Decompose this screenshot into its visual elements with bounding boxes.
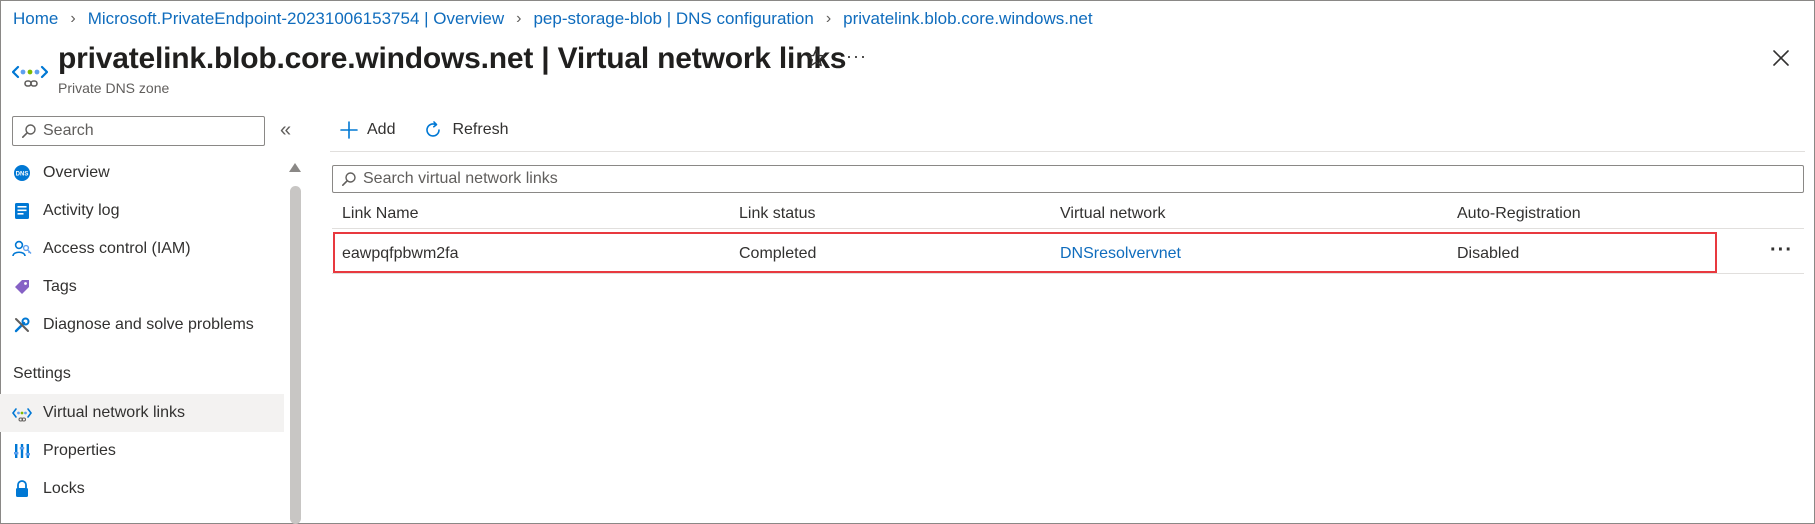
nav-item-tags[interactable]: Tags — [0, 268, 284, 306]
breadcrumb: Home › Microsoft.PrivateEndpoint-2023100… — [13, 8, 1093, 30]
search-icon — [22, 124, 36, 138]
table-row-divider — [332, 273, 1804, 274]
iam-icon — [12, 239, 32, 259]
column-header-link-name[interactable]: Link Name — [342, 205, 418, 223]
cell-virtual-network-link[interactable]: DNSresolvervnet — [1060, 245, 1181, 263]
nav-search-input[interactable] — [43, 122, 263, 140]
nav-item-activity-log[interactable]: Activity log — [0, 192, 284, 230]
lock-icon — [12, 479, 32, 499]
chevron-right-icon: › — [825, 10, 832, 27]
dns-icon: DNS — [12, 163, 32, 183]
nav-item-label: Diagnose and solve problems — [43, 316, 254, 333]
refresh-button-label: Refresh — [452, 121, 509, 138]
favorite-star-icon[interactable] — [805, 47, 829, 71]
refresh-button[interactable]: Refresh — [423, 120, 509, 140]
activity-log-icon — [12, 201, 32, 221]
plus-icon — [340, 121, 358, 139]
private-dns-zone-icon — [11, 55, 49, 89]
virtual-network-icon — [12, 403, 32, 423]
table-header-divider — [332, 228, 1804, 229]
more-actions-button[interactable]: ··· — [846, 46, 867, 67]
breadcrumb-home[interactable]: Home — [13, 9, 58, 29]
nav-section-settings: Settings — [13, 365, 71, 382]
close-icon[interactable] — [1771, 48, 1793, 70]
column-header-auto-registration[interactable]: Auto-Registration — [1457, 205, 1581, 223]
nav-search-box[interactable] — [12, 116, 265, 146]
svg-text:DNS: DNS — [16, 172, 29, 178]
nav-item-properties[interactable]: Properties — [0, 432, 284, 470]
nav-item-label: Virtual network links — [43, 404, 185, 421]
add-button-label: Add — [367, 121, 396, 138]
nav-item-label: Tags — [43, 278, 77, 295]
nav-item-label: Overview — [43, 164, 110, 181]
chevron-right-icon: › — [516, 10, 522, 27]
virtual-network-links-search-input[interactable] — [363, 170, 1763, 188]
column-header-virtual-network[interactable]: Virtual network — [1060, 205, 1166, 223]
breadcrumb-dns-configuration[interactable]: pep-storage-blob | DNS configuration — [533, 9, 813, 29]
collapse-nav-icon[interactable]: « — [280, 119, 291, 142]
resource-type: Private DNS zone — [58, 80, 170, 96]
resource-name: privatelink.blob.core.windows.net — [58, 42, 534, 75]
page-title: privatelink.blob.core.windows.net | Virt… — [58, 42, 846, 76]
nav-item-diagnose[interactable]: Diagnose and solve problems — [0, 306, 284, 344]
nav-item-label: Access control (IAM) — [43, 240, 191, 257]
nav-item-access-control[interactable]: Access control (IAM) — [0, 230, 284, 268]
add-button[interactable]: Add — [340, 121, 395, 139]
refresh-icon — [426, 121, 441, 137]
wrench-icon — [12, 315, 32, 335]
toolbar-divider — [330, 151, 1805, 152]
table-search-box[interactable] — [332, 165, 1804, 193]
search-icon — [342, 172, 356, 186]
tag-icon — [12, 277, 32, 297]
command-bar: Add Refresh — [340, 116, 537, 144]
cell-link-name: eawpqfpbwm2fa — [342, 245, 459, 262]
nav-item-label: Locks — [43, 480, 85, 497]
cell-auto-registration: Disabled — [1457, 245, 1520, 262]
row-more-actions-button[interactable]: ··· — [1770, 239, 1793, 262]
breadcrumb-private-dns-zone[interactable]: privatelink.blob.core.windows.net — [843, 9, 1092, 29]
chevron-right-icon: › — [70, 10, 76, 27]
nav-item-label: Activity log — [43, 202, 120, 219]
nav-item-locks[interactable]: Locks — [0, 470, 284, 508]
nav-item-virtual-network-links[interactable]: Virtual network links — [0, 394, 284, 432]
properties-icon — [12, 441, 32, 461]
nav-scrollbar-thumb[interactable] — [290, 186, 301, 524]
cell-link-status: Completed — [739, 245, 817, 262]
scroll-up-arrow-icon[interactable] — [289, 163, 301, 172]
column-header-link-status[interactable]: Link status — [739, 205, 815, 223]
page-name: | Virtual network links — [533, 42, 847, 75]
breadcrumb-private-endpoint-overview[interactable]: Microsoft.PrivateEndpoint-20231006153754… — [88, 9, 504, 29]
nav-item-label: Properties — [43, 442, 116, 459]
nav-item-overview[interactable]: DNS Overview — [0, 154, 284, 192]
